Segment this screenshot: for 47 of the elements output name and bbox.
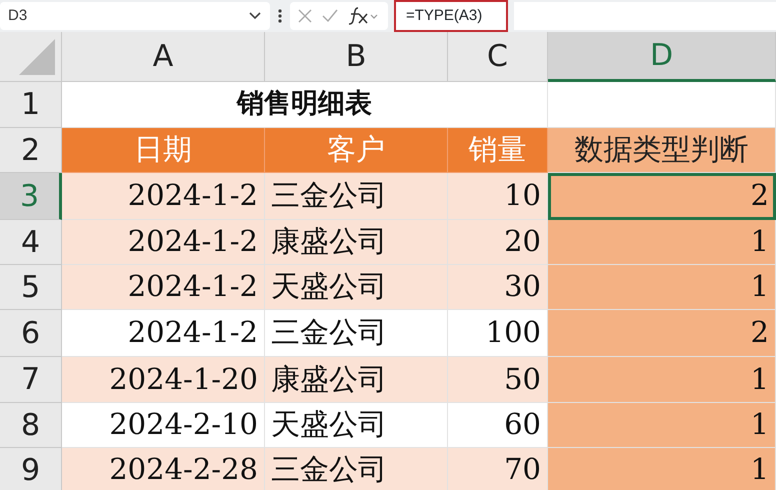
table-cell: 1 bbox=[548, 220, 776, 265]
check-icon[interactable] bbox=[322, 9, 338, 23]
column-header[interactable]: C bbox=[448, 32, 548, 82]
formula-field[interactable]: =TYPE(A3) bbox=[394, 0, 508, 32]
select-all-icon[interactable] bbox=[17, 37, 57, 77]
table-cell: 10 bbox=[448, 173, 548, 220]
table-cell: 1 bbox=[548, 265, 776, 310]
row-header[interactable]: 6 bbox=[0, 310, 62, 357]
column-header[interactable]: D bbox=[548, 32, 776, 82]
function-icon[interactable] bbox=[348, 7, 378, 25]
row-header[interactable]: 1 bbox=[0, 82, 62, 128]
table-cell: 50 bbox=[448, 357, 548, 403]
table-cell: 1 bbox=[548, 403, 776, 448]
table-cell: 1 bbox=[548, 357, 776, 403]
table-cell: 2024-1-2 bbox=[62, 173, 265, 220]
column-header[interactable]: B bbox=[265, 32, 448, 82]
table-cell: 三金公司 bbox=[265, 173, 448, 220]
column-title: 日期 bbox=[62, 128, 265, 173]
table-cell: 康盛公司 bbox=[265, 220, 448, 265]
chevron-icon bbox=[248, 11, 262, 21]
row-header[interactable]: 5 bbox=[0, 265, 62, 310]
close-icon[interactable] bbox=[298, 9, 312, 23]
table-cell: 三金公司 bbox=[265, 448, 448, 490]
row-header[interactable]: 8 bbox=[0, 403, 62, 448]
table-cell: 2024-1-20 bbox=[62, 357, 265, 403]
column-title: 数据类型判断 bbox=[548, 128, 776, 173]
row-header[interactable]: 3 bbox=[0, 173, 62, 220]
more-options-icon[interactable] bbox=[276, 8, 284, 24]
table-cell: 30 bbox=[448, 265, 548, 310]
table-cell: 70 bbox=[448, 448, 548, 490]
table-cell: 2024-1-2 bbox=[62, 220, 265, 265]
column-title: 客户 bbox=[265, 128, 448, 173]
table-cell: 2 bbox=[548, 173, 776, 220]
table-cell: 2 bbox=[548, 310, 776, 357]
table-cell: 2024-1-2 bbox=[62, 265, 265, 310]
table-cell: 1 bbox=[548, 448, 776, 490]
table-cell: 天盛公司 bbox=[265, 265, 448, 310]
column-header[interactable]: A bbox=[62, 32, 265, 82]
row-header[interactable]: 9 bbox=[0, 448, 62, 490]
table-cell: 康盛公司 bbox=[265, 357, 448, 403]
row-header[interactable]: 7 bbox=[0, 357, 62, 403]
column-title: 销量 bbox=[448, 128, 548, 173]
table-cell: 2024-2-28 bbox=[62, 448, 265, 490]
row-header[interactable]: 2 bbox=[0, 128, 62, 173]
row-header[interactable]: 4 bbox=[0, 220, 62, 265]
name-box[interactable]: D3 bbox=[0, 2, 270, 30]
table-cell: 20 bbox=[448, 220, 548, 265]
